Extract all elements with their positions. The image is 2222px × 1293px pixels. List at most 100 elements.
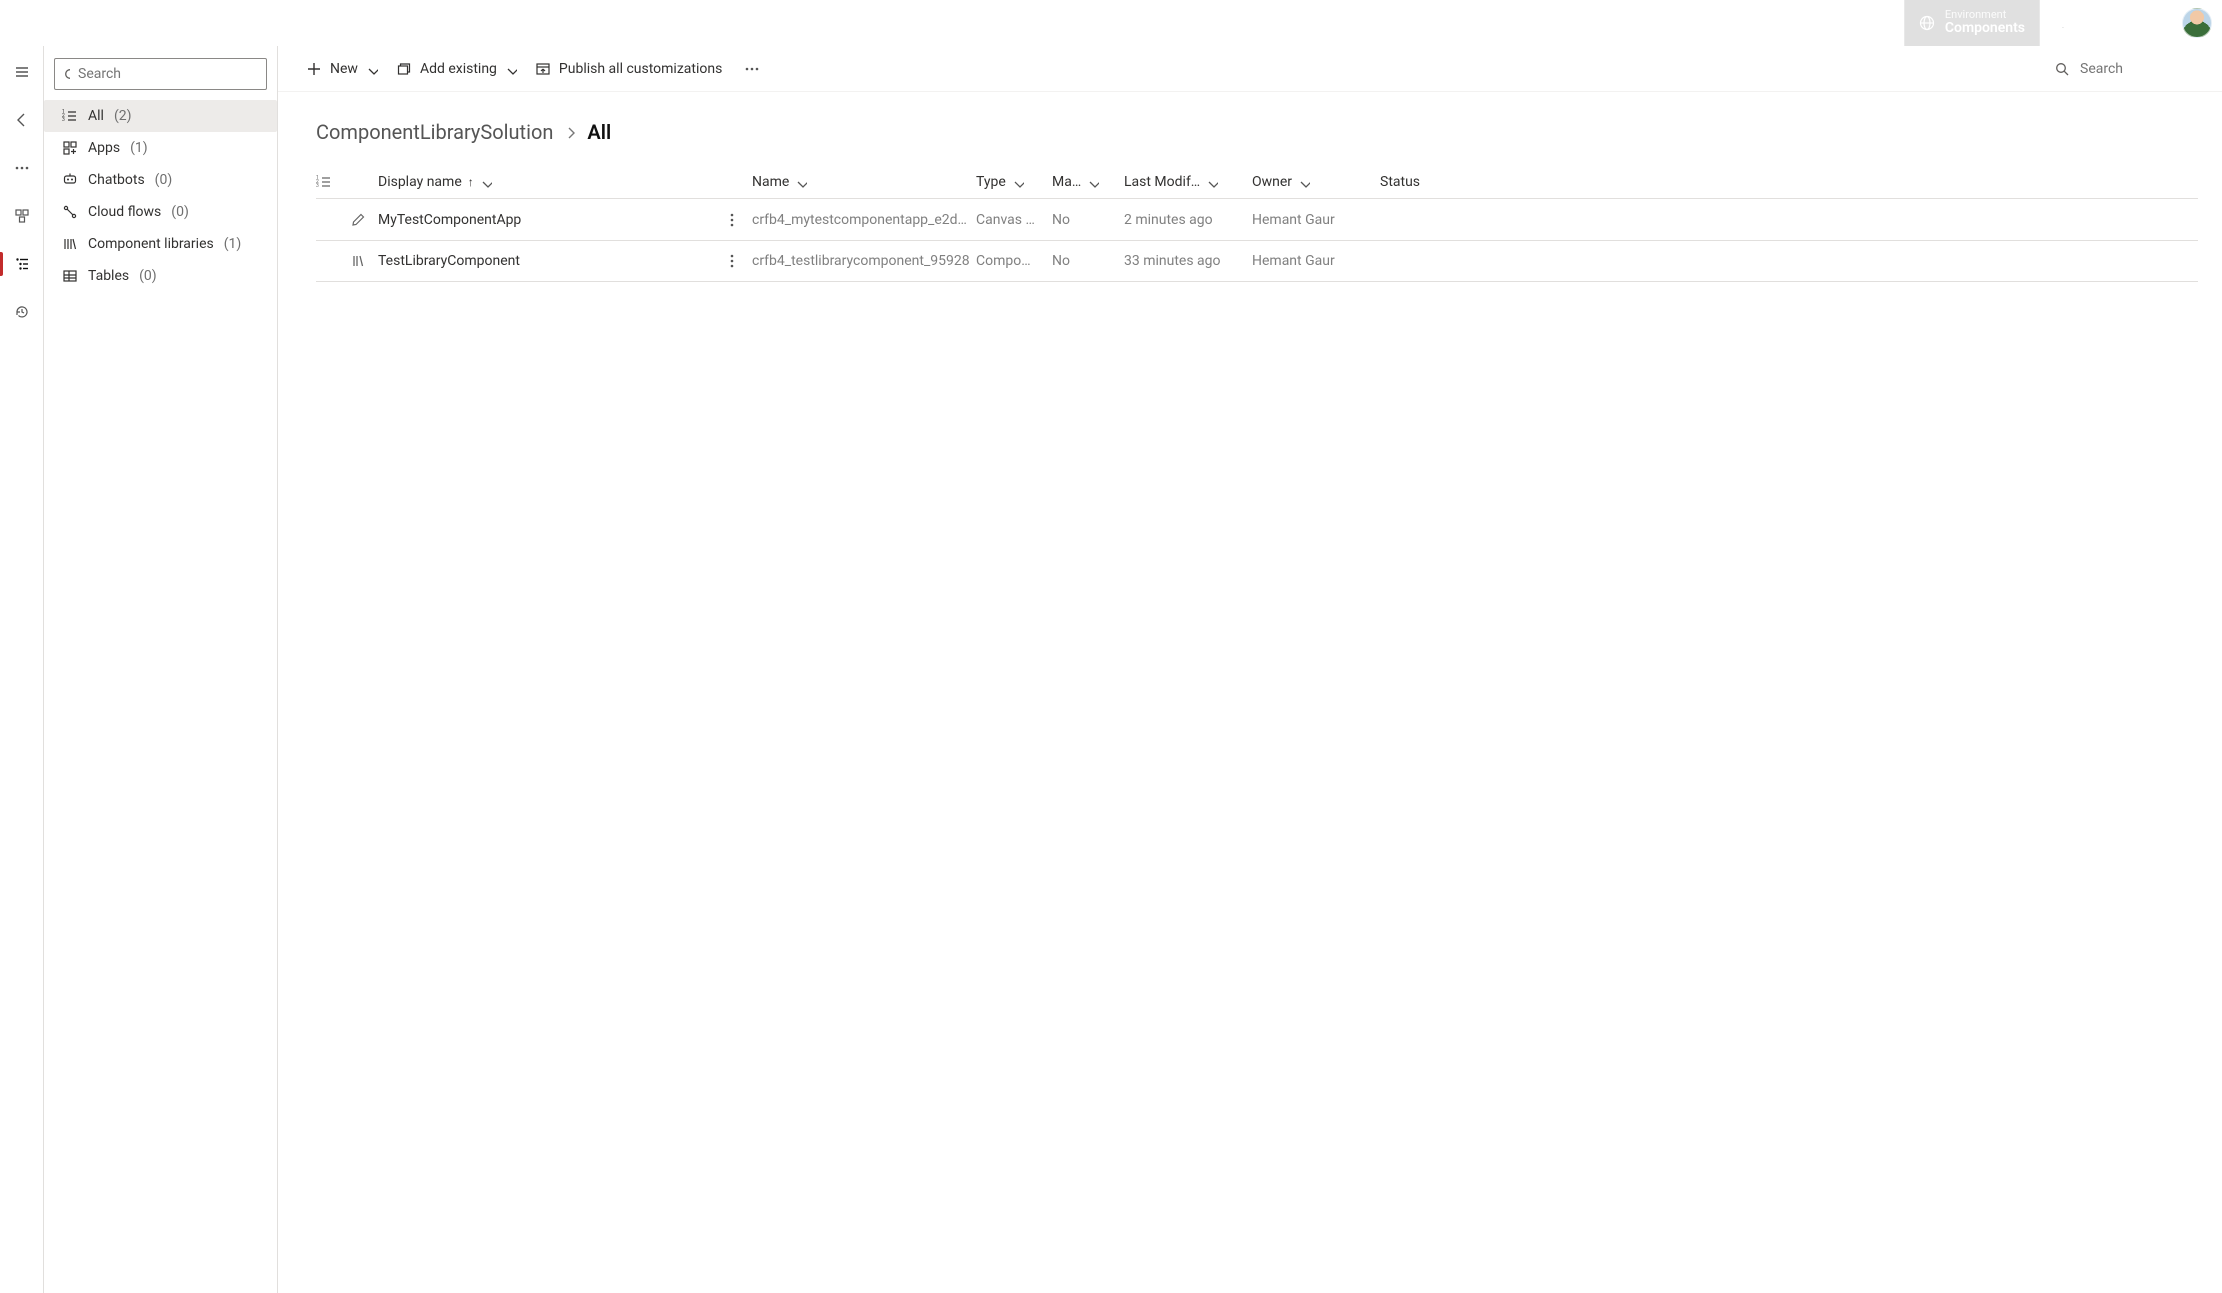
command-bar: New Add existing Publish all customizati…	[278, 46, 2222, 92]
sidebar-item-count: (0)	[171, 204, 189, 220]
cell-type: Compo…	[976, 253, 1048, 269]
back-icon	[14, 112, 30, 128]
col-managed[interactable]: Ma…	[1052, 174, 1120, 190]
sort-asc-icon: ↑	[468, 175, 474, 189]
environment-picker[interactable]: Environment Components	[1904, 0, 2040, 46]
cell-last-modified: 2 minutes ago	[1124, 212, 1248, 228]
gear-icon	[2101, 15, 2117, 31]
apps-icon	[62, 140, 78, 156]
chevron-down-icon	[1087, 176, 1099, 188]
row-type-icon	[316, 253, 374, 269]
ellipsis-icon	[744, 61, 760, 77]
publish-button[interactable]: Publish all customizations	[535, 61, 722, 77]
sidebar-search-input[interactable]	[76, 65, 258, 83]
rail-hamburger[interactable]	[0, 56, 43, 88]
flow-icon	[62, 204, 78, 220]
hamburger-icon	[14, 64, 30, 80]
sidebar-item-count: (0)	[155, 172, 173, 188]
breadcrumb-solution[interactable]: ComponentLibrarySolution	[316, 120, 553, 144]
new-button-label: New	[330, 61, 358, 77]
sidebar-item-label: Chatbots	[88, 172, 145, 188]
cell-type: Canvas …	[976, 212, 1048, 228]
sidebar-item-count: (1)	[224, 236, 242, 252]
row-more-button[interactable]	[720, 208, 744, 232]
help-button[interactable]	[2132, 0, 2178, 46]
app-header: Power Apps Environment Components	[0, 0, 2222, 46]
sidebar-item-chatbots[interactable]: Chatbots (0)	[44, 164, 277, 196]
rail-back[interactable]	[0, 104, 43, 136]
cell-managed: No	[1052, 212, 1120, 228]
app-title: Power Apps	[48, 14, 134, 33]
avatar[interactable]	[2182, 8, 2212, 38]
waffle-button[interactable]	[0, 0, 48, 46]
cell-last-modified: 33 minutes ago	[1124, 253, 1248, 269]
bell-icon	[2055, 15, 2071, 31]
sidebar-item-tables[interactable]: Tables (0)	[44, 260, 277, 292]
cell-name: crfb4_mytestcomponentapp_e2d7b	[752, 212, 972, 228]
environment-label: Environment	[1945, 9, 2025, 21]
col-status[interactable]: Status	[1380, 174, 1450, 190]
table-icon	[62, 268, 78, 284]
sidebar-item-apps[interactable]: Apps (1)	[44, 132, 277, 164]
row-more-button[interactable]	[720, 249, 744, 273]
rail-tree[interactable]	[0, 248, 43, 280]
chevron-right-icon	[563, 125, 577, 139]
sidebar-item-count: (0)	[139, 268, 157, 284]
sidebar-item-count: (2)	[114, 108, 132, 124]
settings-button[interactable]	[2086, 0, 2132, 46]
new-button[interactable]: New	[306, 61, 378, 77]
search-icon	[63, 67, 70, 81]
notifications-button[interactable]	[2040, 0, 2086, 46]
cell-name: crfb4_testlibrarycomponent_95928	[752, 253, 972, 269]
chevron-down-icon	[1206, 176, 1218, 188]
table-row[interactable]: TestLibraryComponent crfb4_testlibraryco…	[316, 240, 2198, 282]
objects-icon	[14, 208, 30, 224]
toolbar-search[interactable]	[2046, 56, 2206, 82]
sidebar-item-count: (1)	[130, 140, 148, 156]
sidebar-item-label: Tables	[88, 268, 129, 284]
col-last-modified[interactable]: Last Modif…	[1124, 174, 1248, 190]
numbered-list-icon	[316, 174, 332, 190]
rail-more[interactable]	[0, 152, 43, 184]
rail-objects[interactable]	[0, 200, 43, 232]
waffle-icon	[17, 16, 32, 31]
library3-icon	[350, 253, 366, 269]
chatbot-icon	[62, 172, 78, 188]
tree-icon	[14, 256, 30, 272]
col-owner[interactable]: Owner	[1252, 174, 1376, 190]
add-existing-button[interactable]: Add existing	[396, 61, 517, 77]
col-type[interactable]: Type	[976, 174, 1048, 190]
ellipsis-icon	[14, 160, 30, 176]
chevron-down-icon	[795, 176, 807, 188]
col-name[interactable]: Name	[752, 174, 972, 190]
chevron-down-icon	[505, 63, 517, 75]
cell-owner: Hemant Gaur	[1252, 212, 1376, 228]
environment-value: Components	[1945, 21, 2025, 36]
library-icon	[62, 236, 78, 252]
table-row[interactable]: MyTestComponentApp crfb4_mytestcomponent…	[316, 198, 2198, 240]
sidebar-item-all[interactable]: All (2)	[44, 100, 277, 132]
add-existing-icon	[396, 61, 412, 77]
sidebar-search[interactable]	[54, 58, 267, 90]
sidebar-item-component-libraries[interactable]: Component libraries (1)	[44, 228, 277, 260]
breadcrumb: ComponentLibrarySolution All	[316, 120, 2198, 144]
chevron-down-icon	[1298, 176, 1310, 188]
chevron-down-icon	[1012, 176, 1024, 188]
sidebar-item-cloud-flows[interactable]: Cloud flows (0)	[44, 196, 277, 228]
left-rail	[0, 46, 44, 1293]
rail-history[interactable]	[0, 296, 43, 328]
ellipsis-vertical-icon	[724, 212, 740, 228]
toolbar-search-input[interactable]	[2078, 60, 2198, 78]
toolbar-overflow[interactable]	[740, 57, 764, 81]
sidebar-item-label: All	[88, 108, 104, 124]
numbered-list-icon	[62, 108, 78, 124]
publish-icon	[535, 61, 551, 77]
sidebar-item-label: Cloud flows	[88, 204, 161, 220]
cell-managed: No	[1052, 253, 1120, 269]
col-display-name[interactable]: Display name ↑	[378, 174, 748, 190]
col-type-icon[interactable]	[316, 174, 374, 190]
chevron-down-icon	[366, 63, 378, 75]
environment-icon	[1919, 15, 1935, 31]
cell-display-name: MyTestComponentApp	[378, 212, 521, 228]
plus-icon	[306, 61, 322, 77]
